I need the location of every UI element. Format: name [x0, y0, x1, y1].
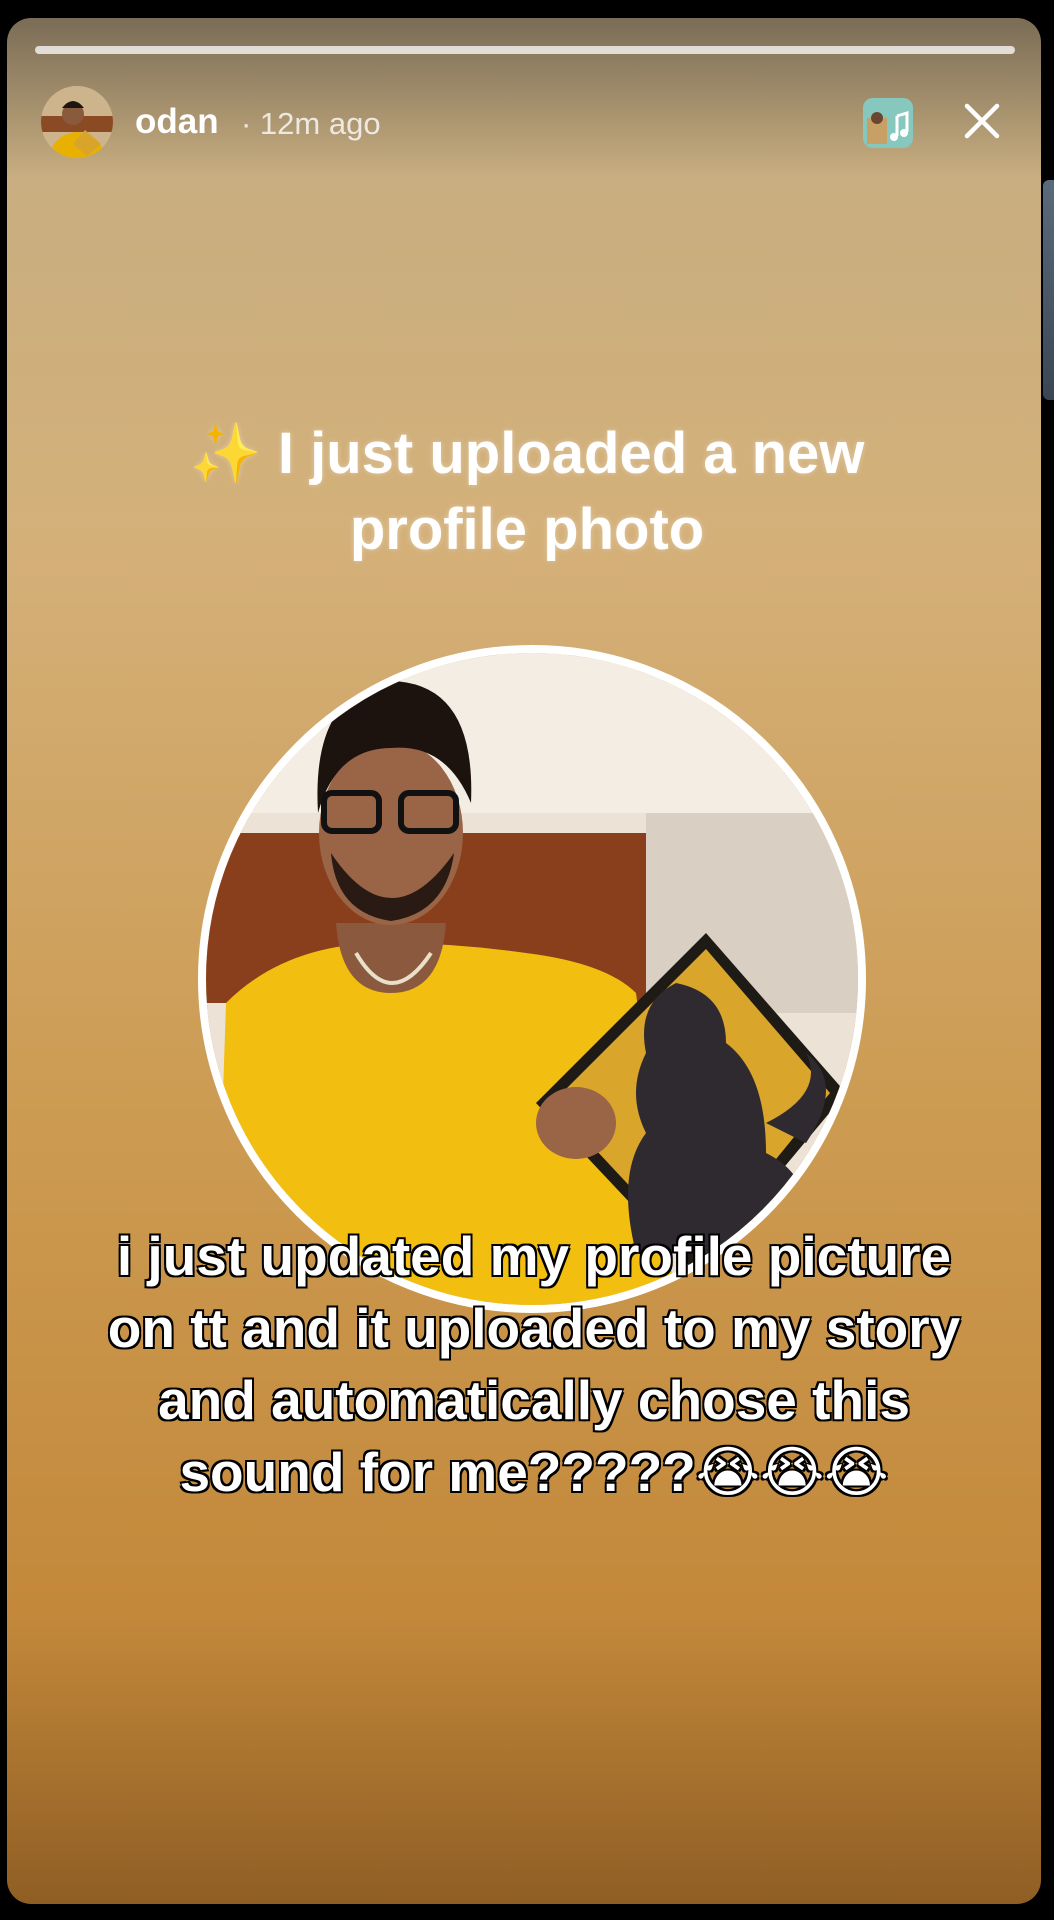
- story-progress-bar: [35, 46, 1015, 54]
- story-username[interactable]: odan: [135, 102, 219, 142]
- story-caption: i just updated my profile picture on tt …: [107, 1224, 962, 1504]
- avatar-image: [41, 86, 113, 158]
- user-avatar[interactable]: [41, 86, 113, 158]
- next-story-peek[interactable]: [1043, 180, 1054, 400]
- story-timestamp: · 12m ago: [241, 106, 381, 141]
- sparkle-icon: ✨: [189, 421, 262, 486]
- close-button[interactable]: [959, 98, 1005, 144]
- profile-photo-image: [206, 653, 858, 1305]
- close-icon: [964, 103, 1000, 139]
- story-header: odan · 12m ago: [33, 86, 1013, 158]
- headline-text: I just uploaded a new profile photo: [277, 421, 865, 562]
- music-sound-button[interactable]: [863, 98, 913, 148]
- story-headline: ✨ I just uploaded a new profile photo: [127, 416, 927, 568]
- story-viewer[interactable]: odan · 12m ago ✨ I just uploaded a new p…: [7, 18, 1041, 1904]
- profile-photo: [198, 645, 866, 1313]
- music-note-icon: [863, 98, 913, 148]
